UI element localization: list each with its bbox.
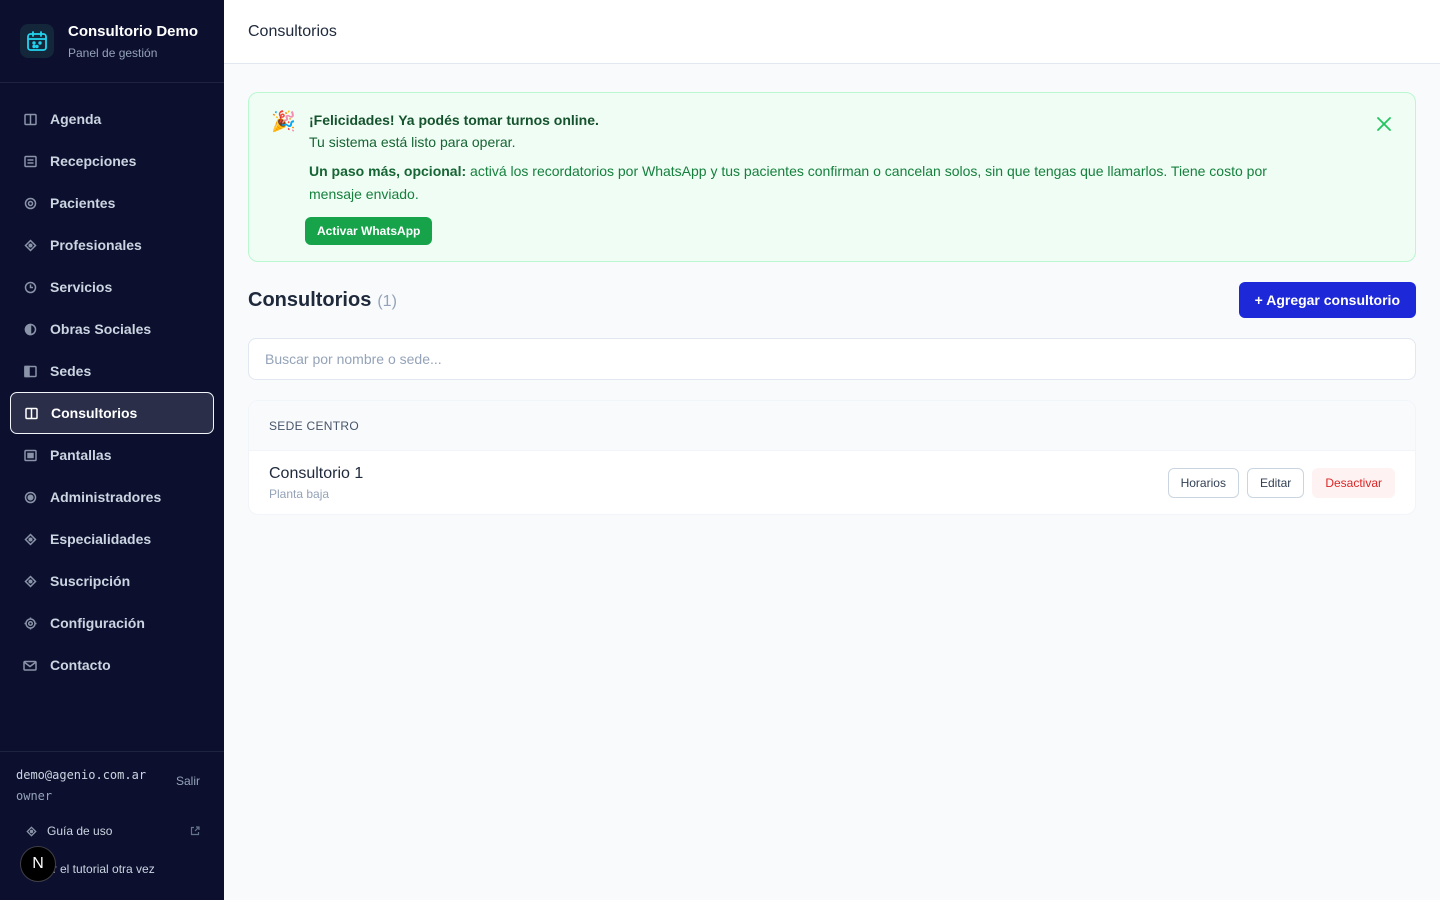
- calendar-icon: [20, 24, 54, 58]
- guide-link[interactable]: Guía de uso: [26, 824, 200, 838]
- sidebar-item-consultorios[interactable]: Consultorios: [10, 392, 214, 434]
- sidebar-item-especialidades[interactable]: Especialidades: [10, 518, 214, 560]
- sidebar-item-pantallas[interactable]: Pantallas: [10, 434, 214, 476]
- close-icon[interactable]: [1375, 115, 1393, 133]
- mail-icon: [23, 658, 37, 672]
- add-consultorio-button[interactable]: + Agregar consultorio: [1238, 282, 1416, 318]
- brand-title: Consultorio Demo: [68, 22, 198, 40]
- sidebar-footer: demo@agenio.com.ar owner Salir Guía de u…: [0, 751, 224, 900]
- half-circle-icon: [23, 322, 37, 336]
- sidebar-item-label: Pantallas: [50, 447, 112, 463]
- guide-label: Guía de uso: [47, 824, 113, 838]
- sede-group: SEDE CENTRO Consultorio 1 Planta baja Ho…: [248, 400, 1416, 515]
- sidebar-item-label: Pacientes: [50, 195, 116, 211]
- section-count: (1): [377, 292, 397, 310]
- section-header: Consultorios (1) + Agregar consultorio: [248, 282, 1416, 318]
- diamond-icon: [23, 574, 37, 588]
- sidebar-item-label: Profesionales: [50, 237, 142, 253]
- row-actions: Horarios Editar Desactivar: [1167, 468, 1395, 498]
- logout-button[interactable]: Salir: [176, 774, 200, 788]
- sidebar-item-pacientes[interactable]: Pacientes: [10, 182, 214, 224]
- columns-icon: [23, 112, 37, 126]
- brand-subtitle: Panel de gestión: [68, 45, 158, 60]
- sidebar-item-contacto[interactable]: Contacto: [10, 644, 214, 686]
- consultorio-subtitle: Planta baja: [269, 487, 330, 501]
- user-role: owner: [16, 789, 53, 803]
- brand[interactable]: Consultorio Demo Panel de gestión: [0, 0, 224, 83]
- activate-whatsapp-button[interactable]: Activar WhatsApp: [305, 217, 433, 245]
- page-title: Consultorios: [248, 22, 337, 40]
- section-title-text: Consultorios: [248, 288, 372, 311]
- diamond-icon: [26, 825, 37, 837]
- n-badge[interactable]: N: [20, 846, 56, 882]
- diamond-icon: [23, 532, 37, 546]
- consultorio-name: Consultorio 1: [269, 465, 364, 482]
- sidebar-item-administradores[interactable]: Administradores: [10, 476, 214, 518]
- table-row: Consultorio 1 Planta baja Horarios Edita…: [249, 451, 1415, 514]
- sidebar-icon: [23, 364, 37, 378]
- screen-icon: [23, 448, 37, 462]
- sidebar-item-label: Suscripción: [50, 573, 131, 589]
- sidebar-item-label: Sedes: [50, 363, 92, 379]
- section-title: Consultorios (1): [248, 289, 397, 312]
- sidebar-nav: Agenda Recepciones Pacientes Profesional…: [10, 98, 214, 686]
- sidebar-item-configuracion[interactable]: Configuración: [10, 602, 214, 644]
- party-icon: 🎉: [271, 111, 296, 133]
- sidebar-item-label: Configuración: [50, 615, 145, 631]
- banner-subtitle: Tu sistema está listo para operar.: [309, 134, 516, 150]
- sidebar-item-label: Recepciones: [50, 153, 137, 169]
- gear-icon: [23, 616, 37, 630]
- diamond-icon: [23, 238, 37, 252]
- sidebar-item-label: Administradores: [50, 489, 162, 505]
- list-icon: [23, 154, 37, 168]
- edit-button[interactable]: Editar: [1246, 468, 1305, 498]
- external-link-icon: [190, 826, 200, 836]
- sidebar-item-sedes[interactable]: Sedes: [10, 350, 214, 392]
- deactivate-button[interactable]: Desactivar: [1312, 468, 1395, 498]
- columns-icon: [24, 406, 38, 420]
- sidebar-item-servicios[interactable]: Servicios: [10, 266, 214, 308]
- sidebar-item-label: Obras Sociales: [50, 321, 152, 337]
- sidebar-item-profesionales[interactable]: Profesionales: [10, 224, 214, 266]
- circle-icon: [23, 196, 37, 210]
- success-banner: 🎉 ¡Felicidades! Ya podés tomar turnos on…: [248, 92, 1416, 262]
- topbar: Consultorios: [224, 0, 1440, 64]
- banner-text: Un paso más, opcional: activá los record…: [309, 160, 1319, 206]
- clock-icon: [23, 280, 37, 294]
- group-header: SEDE CENTRO: [249, 401, 1415, 451]
- banner-text-strong: Un paso más, opcional:: [309, 163, 467, 179]
- sidebar-item-label: Especialidades: [50, 531, 152, 547]
- sidebar-item-label: Agenda: [50, 111, 102, 127]
- sidebar-item-agenda[interactable]: Agenda: [10, 98, 214, 140]
- circle-icon: [23, 490, 37, 504]
- sidebar-item-obras-sociales[interactable]: Obras Sociales: [10, 308, 214, 350]
- sidebar-item-suscripcion[interactable]: Suscripción: [10, 560, 214, 602]
- sidebar-item-recepciones[interactable]: Recepciones: [10, 140, 214, 182]
- tutorial-link[interactable]: er el tutorial otra vez: [46, 862, 155, 876]
- sidebar: Consultorio Demo Panel de gestión Agenda…: [0, 0, 224, 900]
- sidebar-item-label: Contacto: [50, 657, 111, 673]
- schedule-button[interactable]: Horarios: [1167, 468, 1239, 498]
- sidebar-item-label: Servicios: [50, 279, 113, 295]
- user-email: demo@agenio.com.ar: [16, 768, 147, 782]
- banner-title: ¡Felicidades! Ya podés tomar turnos onli…: [309, 112, 599, 128]
- search-input[interactable]: [248, 338, 1416, 380]
- sidebar-item-label: Consultorios: [51, 405, 138, 421]
